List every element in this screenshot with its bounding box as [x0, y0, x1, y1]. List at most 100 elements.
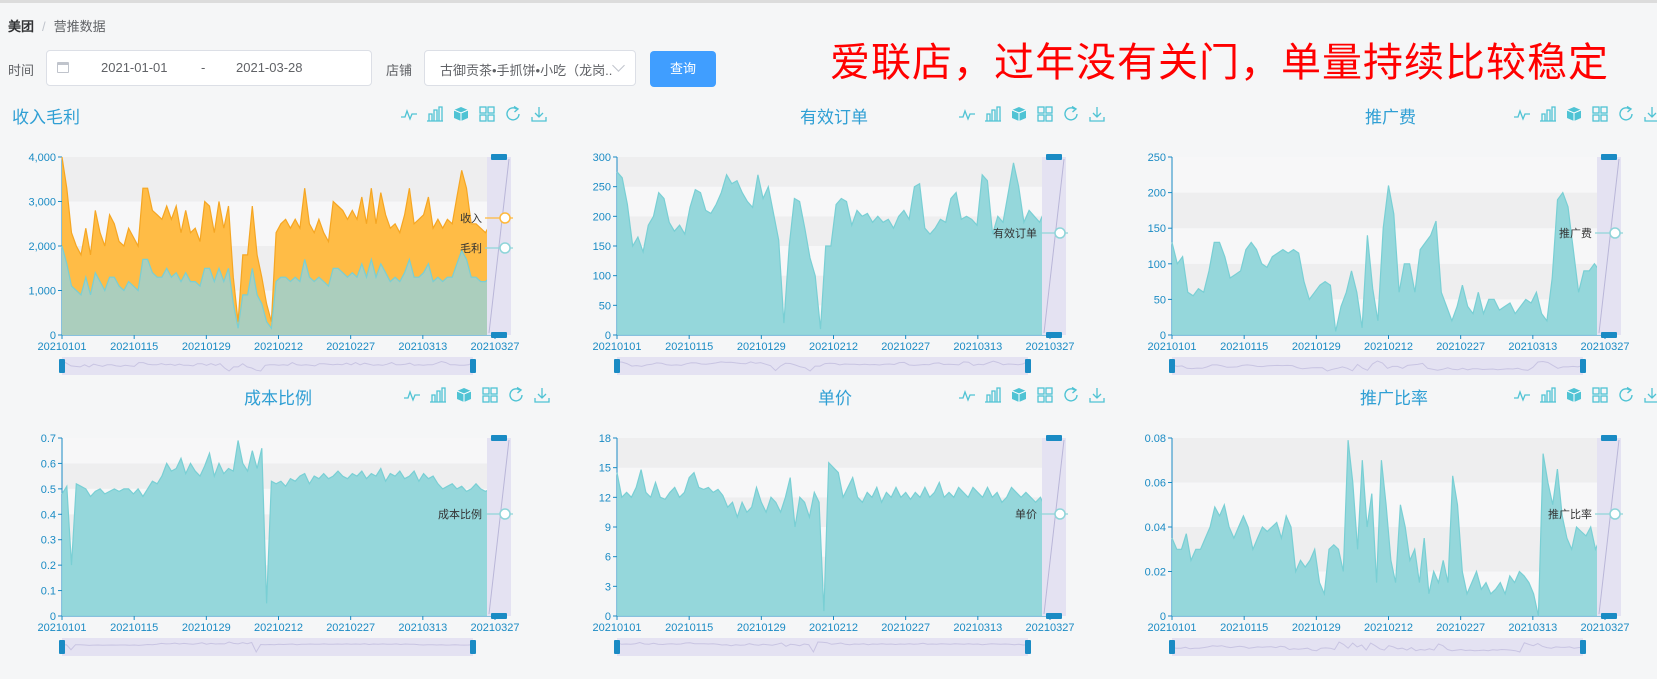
x-tick-label: 20210101	[1148, 622, 1197, 634]
zoom-handle-top[interactable]	[1046, 435, 1062, 441]
bar-chart-icon[interactable]	[426, 105, 444, 123]
x-tick-label: 20210129	[182, 341, 231, 353]
horizontal-zoom-track[interactable]	[62, 638, 473, 656]
zoom-handle-bottom[interactable]	[1601, 613, 1617, 619]
download-icon[interactable]	[1643, 105, 1657, 123]
x-tick-label: 20210115	[110, 622, 158, 634]
horizontal-zoom-track[interactable]	[617, 638, 1028, 656]
bar-chart-icon[interactable]	[984, 386, 1002, 404]
tiled-icon[interactable]	[1591, 105, 1609, 123]
zoom-handle-right[interactable]	[1025, 640, 1031, 654]
x-tick-label: 20210212	[1364, 341, 1413, 353]
download-icon[interactable]	[1643, 386, 1657, 404]
zoom-handle-left[interactable]	[1169, 640, 1175, 654]
series-legend-marker[interactable]	[499, 242, 511, 254]
breadcrumb-root[interactable]: 美团	[8, 19, 34, 34]
series-legend-marker[interactable]	[499, 508, 511, 520]
zoom-handle-left[interactable]	[614, 640, 620, 654]
date-end[interactable]: 2021-03-28	[236, 60, 303, 75]
download-icon[interactable]	[1088, 105, 1106, 123]
restore-icon[interactable]	[1617, 386, 1635, 404]
zoom-handle-bottom[interactable]	[1046, 613, 1062, 619]
stack-icon[interactable]	[1010, 105, 1028, 123]
annotation-text: 爱联店，过年没有关门，单量持续比较稳定	[830, 41, 1609, 85]
series-legend-marker[interactable]	[1054, 227, 1066, 239]
line-chart-icon[interactable]	[958, 386, 976, 404]
line-chart-icon[interactable]	[400, 105, 418, 123]
y-tick-label: 4,000	[28, 152, 56, 164]
zoom-handle-top[interactable]	[1601, 435, 1617, 441]
restore-icon[interactable]	[504, 105, 522, 123]
download-icon[interactable]	[530, 105, 548, 123]
x-tick-label: 20210129	[737, 341, 786, 353]
y-tick-label: 100	[1148, 259, 1166, 271]
zoom-handle-right[interactable]	[1025, 359, 1031, 373]
date-start[interactable]: 2021-01-01	[101, 60, 168, 75]
bar-chart-icon[interactable]	[1539, 105, 1557, 123]
y-tick-label: 2,000	[28, 241, 56, 253]
line-chart-icon[interactable]	[958, 105, 976, 123]
horizontal-zoom-track[interactable]	[617, 357, 1028, 375]
series-legend-marker[interactable]	[1609, 227, 1621, 239]
stack-icon[interactable]	[1010, 386, 1028, 404]
zoom-handle-top[interactable]	[1601, 154, 1617, 160]
y-tick-label: 0.08	[1145, 433, 1166, 445]
tiled-icon[interactable]	[478, 105, 496, 123]
line-chart-icon[interactable]	[1513, 386, 1531, 404]
y-tick-label: 12	[599, 492, 611, 504]
x-tick-label: 20210129	[1292, 622, 1341, 634]
zoom-handle-left[interactable]	[59, 640, 65, 654]
zoom-handle-right[interactable]	[1580, 359, 1586, 373]
stack-icon[interactable]	[1565, 105, 1583, 123]
line-chart-icon[interactable]	[1513, 105, 1531, 123]
query-button[interactable]: 查询	[650, 51, 716, 87]
chart-panel-unit_price: 单价 0 3 6 9 12 15 18 20210101 20210115 20210129 2021…	[555, 384, 1105, 656]
line-chart-icon[interactable]	[403, 386, 421, 404]
bar-chart-icon[interactable]	[429, 386, 447, 404]
restore-icon[interactable]	[507, 386, 525, 404]
series-legend-marker[interactable]	[499, 212, 511, 224]
y-tick-label: 0.2	[41, 560, 56, 572]
x-tick-label: 20210129	[182, 622, 231, 634]
tiled-icon[interactable]	[1036, 105, 1054, 123]
series-legend-marker[interactable]	[1054, 508, 1066, 520]
zoom-handle-top[interactable]	[1046, 154, 1062, 160]
store-select[interactable]: 古御贡茶•手抓饼•小吃（龙岗...	[424, 50, 636, 86]
restore-icon[interactable]	[1617, 105, 1635, 123]
zoom-handle-top[interactable]	[491, 154, 507, 160]
series-legend-label: 单价	[1015, 508, 1037, 521]
zoom-handle-left[interactable]	[59, 359, 65, 373]
y-tick-label: 0.1	[41, 586, 56, 598]
chart-svg: 036912151820210101 20210115 20210129 202102…	[593, 433, 1074, 656]
zoom-handle-right[interactable]	[470, 359, 476, 373]
download-icon[interactable]	[1088, 386, 1106, 404]
zoom-handle-right[interactable]	[1580, 640, 1586, 654]
tiled-icon[interactable]	[481, 386, 499, 404]
bar-chart-icon[interactable]	[1539, 386, 1557, 404]
zoom-handle-top[interactable]	[491, 435, 507, 441]
stack-icon[interactable]	[1565, 386, 1583, 404]
zoom-handle-bottom[interactable]	[1601, 332, 1617, 338]
zoom-handle-bottom[interactable]	[1046, 332, 1062, 338]
zoom-handle-left[interactable]	[614, 359, 620, 373]
date-range-picker[interactable]: 2021-01-01 - 2021-03-28	[46, 50, 372, 86]
x-tick-label: 20210129	[737, 622, 786, 634]
zoom-handle-right[interactable]	[470, 640, 476, 654]
bar-chart-icon[interactable]	[984, 105, 1002, 123]
store-label: 店铺	[386, 63, 413, 78]
tiled-icon[interactable]	[1036, 386, 1054, 404]
restore-icon[interactable]	[1062, 386, 1080, 404]
download-icon[interactable]	[533, 386, 551, 404]
stack-icon[interactable]	[455, 386, 473, 404]
time-label: 时间	[8, 63, 35, 78]
chart-svg: 00.10.20.30.40.50.60.720210101 20210115 20…	[38, 433, 519, 656]
stack-icon[interactable]	[452, 105, 470, 123]
restore-icon[interactable]	[1062, 105, 1080, 123]
tiled-icon[interactable]	[1591, 386, 1609, 404]
zoom-handle-left[interactable]	[1169, 359, 1175, 373]
zoom-handle-bottom[interactable]	[491, 613, 507, 619]
horizontal-zoom-track[interactable]	[1172, 357, 1583, 375]
y-tick-label: 1,000	[28, 286, 56, 298]
series-legend-marker[interactable]	[1609, 508, 1621, 520]
zoom-handle-bottom[interactable]	[491, 332, 507, 338]
